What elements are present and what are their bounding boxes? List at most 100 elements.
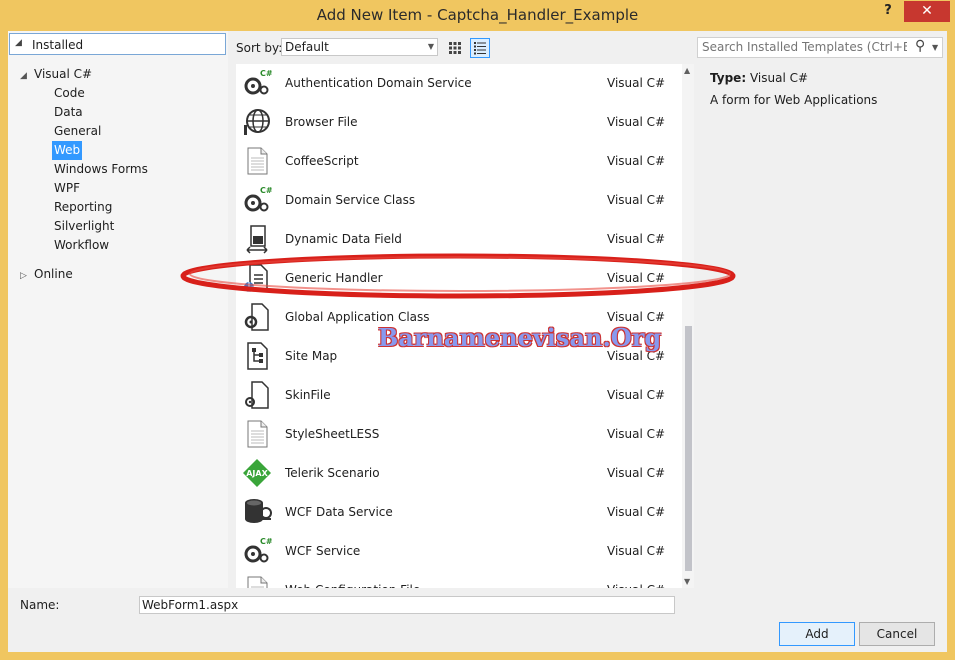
chevron-down-icon[interactable]: ▼ bbox=[932, 43, 938, 52]
data-field-icon bbox=[242, 224, 272, 254]
tree-item-windows-forms[interactable]: Windows Forms bbox=[52, 160, 150, 179]
gear-cs-icon: C# bbox=[242, 185, 273, 215]
type-key: Type: bbox=[710, 71, 747, 85]
type-row: Type: Visual C# bbox=[710, 71, 877, 85]
list-item-name: Domain Service Class bbox=[285, 193, 416, 207]
list-item[interactable]: Browser File Visual C# bbox=[236, 103, 680, 142]
list-view-button[interactable] bbox=[470, 38, 490, 58]
template-info: Type: Visual C# A form for Web Applicati… bbox=[710, 71, 877, 107]
tree-item-code[interactable]: Code bbox=[52, 84, 87, 103]
small-icons-view-button[interactable] bbox=[445, 38, 465, 58]
tree-item-workflow[interactable]: Workflow bbox=[52, 236, 111, 255]
tree-item-installed-label: Installed bbox=[32, 38, 84, 52]
tree-item-general[interactable]: General bbox=[52, 122, 103, 141]
list-item-name: Site Map bbox=[285, 349, 338, 363]
list-item[interactable]: StyleSheetLESS Visual C# bbox=[236, 415, 680, 454]
add-button[interactable]: Add bbox=[779, 622, 855, 646]
close-button[interactable]: ✕ bbox=[904, 1, 950, 22]
list-item[interactable]: CoffeeScript Visual C# bbox=[236, 142, 680, 181]
scroll-down-icon[interactable]: ▼ bbox=[684, 577, 690, 586]
list-item-language: Visual C# bbox=[607, 505, 666, 519]
list-item[interactable]: SkinFile Visual C# bbox=[236, 376, 680, 415]
globe-icon bbox=[242, 107, 272, 137]
sort-by-select[interactable]: Default ▼ bbox=[281, 38, 438, 56]
help-button[interactable]: ? bbox=[880, 3, 896, 21]
skin-file-icon bbox=[242, 380, 272, 410]
list-item-name: Web Configuration File bbox=[285, 583, 420, 588]
svg-text:C#: C# bbox=[260, 537, 272, 546]
list-item[interactable]: Web Configuration File Visual C# bbox=[236, 571, 680, 588]
grid-view-icon bbox=[449, 42, 461, 54]
chevron-down-icon: ▼ bbox=[427, 42, 434, 51]
gear-document-icon bbox=[242, 302, 272, 332]
search-box[interactable]: ⚲ ▼ bbox=[697, 37, 943, 58]
list-item-name: Generic Handler bbox=[285, 271, 383, 285]
list-item-name: Authentication Domain Service bbox=[285, 76, 472, 90]
tree-item-wpf[interactable]: WPF bbox=[52, 179, 82, 198]
tree-item-data[interactable]: Data bbox=[52, 103, 85, 122]
list-item-name: Telerik Scenario bbox=[285, 466, 380, 480]
list-item-language: Visual C# bbox=[607, 388, 666, 402]
list-item-language: Visual C# bbox=[607, 583, 665, 588]
list-item-language: Visual C# bbox=[607, 544, 666, 558]
title-bar[interactable]: Add New Item - Captcha_Handler_Example ?… bbox=[0, 0, 955, 30]
list-view-icon bbox=[474, 42, 486, 55]
list-item-language: Visual C# bbox=[607, 154, 666, 168]
search-icon[interactable]: ⚲ bbox=[915, 38, 925, 54]
list-item-language: Visual C# bbox=[607, 271, 666, 285]
list-item-language: Visual C# bbox=[607, 310, 666, 324]
document-icon bbox=[242, 146, 272, 176]
svg-text:C#: C# bbox=[260, 186, 272, 195]
vertical-scrollbar[interactable]: ▲ ▼ bbox=[682, 64, 694, 588]
sitemap-icon bbox=[242, 341, 272, 371]
list-item[interactable]: Dynamic Data Field Visual C# bbox=[236, 220, 680, 259]
list-item[interactable]: C# Domain Service Class Visual C# bbox=[236, 181, 680, 220]
list-item-name: WCF Service bbox=[285, 544, 361, 558]
list-item-name: StyleSheetLESS bbox=[285, 427, 380, 441]
type-value: Visual C# bbox=[749, 71, 809, 85]
list-item-language: Visual C# bbox=[607, 466, 666, 480]
tree-item-online[interactable]: ▷ Online bbox=[20, 265, 73, 284]
add-new-item-dialog: Add New Item - Captcha_Handler_Example ?… bbox=[0, 0, 955, 660]
list-item-name: CoffeeScript bbox=[285, 154, 359, 168]
list-item[interactable]: WCF Data Service Visual C# bbox=[236, 493, 680, 532]
tree-item-installed[interactable]: ◢ Installed bbox=[9, 33, 226, 55]
list-item-name: SkinFile bbox=[285, 388, 331, 402]
template-description: A form for Web Applications bbox=[710, 93, 878, 107]
tree-item-visual-csharp-label: Visual C# bbox=[34, 67, 93, 81]
expand-triangle-icon[interactable]: ◢ bbox=[15, 38, 22, 48]
list-item-language: Visual C# bbox=[607, 115, 666, 129]
search-input[interactable] bbox=[702, 39, 907, 55]
list-item-name: WCF Data Service bbox=[285, 505, 393, 519]
cancel-button[interactable]: Cancel bbox=[859, 622, 935, 646]
scrollbar-thumb[interactable] bbox=[685, 326, 692, 571]
list-item[interactable]: AJAX Telerik Scenario Visual C# bbox=[236, 454, 680, 493]
list-item[interactable]: C# WCF Service Visual C# bbox=[236, 532, 680, 571]
tree-item-silverlight[interactable]: Silverlight bbox=[52, 217, 116, 236]
tree-item-visual-csharp[interactable]: ◢ Visual C# bbox=[20, 65, 92, 84]
svg-text:C#: C# bbox=[260, 69, 272, 78]
window-title: Add New Item - Captcha_Handler_Example bbox=[316, 6, 639, 24]
list-item-name: Global Application Class bbox=[285, 310, 430, 324]
expand-triangle-icon[interactable]: ◢ bbox=[20, 67, 34, 86]
tree-item-reporting[interactable]: Reporting bbox=[52, 198, 114, 217]
collapsed-triangle-icon[interactable]: ▷ bbox=[20, 267, 34, 286]
list-item-name: Browser File bbox=[285, 115, 358, 129]
scroll-up-icon[interactable]: ▲ bbox=[684, 66, 690, 75]
list-item[interactable]: Generic Handler Visual C# bbox=[236, 259, 680, 298]
tree-item-online-label: Online bbox=[34, 267, 73, 281]
ajax-icon: AJAX bbox=[242, 458, 272, 488]
list-item-name: Dynamic Data Field bbox=[285, 232, 402, 246]
list-item-language: Visual C# bbox=[607, 427, 666, 441]
close-icon: ✕ bbox=[921, 3, 933, 19]
name-field[interactable] bbox=[139, 596, 675, 614]
list-item-language: Visual C# bbox=[607, 193, 666, 207]
sort-by-label: Sort by: bbox=[236, 41, 283, 55]
document-icon bbox=[242, 575, 272, 588]
tree-item-web[interactable]: Web bbox=[52, 141, 83, 160]
handler-icon bbox=[242, 263, 272, 293]
sort-by-value: Default bbox=[285, 40, 329, 54]
list-item[interactable]: C# Authentication Domain Service Visual C# bbox=[236, 64, 680, 103]
database-icon bbox=[242, 497, 272, 527]
list-item-language: Visual C# bbox=[607, 232, 666, 246]
